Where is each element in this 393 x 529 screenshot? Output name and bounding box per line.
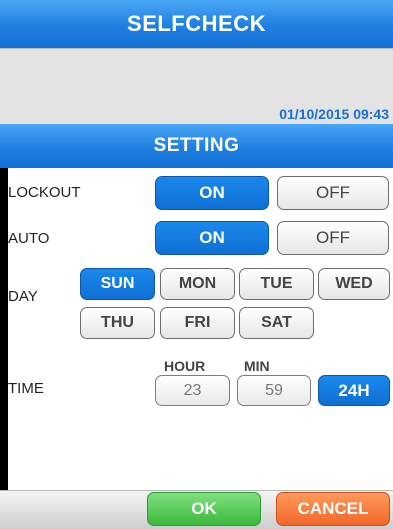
day-thu-button[interactable]: THU <box>80 307 155 339</box>
auto-off-button[interactable]: OFF <box>277 221 389 255</box>
day-fri-button[interactable]: FRI <box>160 307 235 339</box>
cancel-button[interactable]: CANCEL <box>276 492 390 526</box>
setting-section-header: SETTING <box>0 124 393 168</box>
day-sat-button[interactable]: SAT <box>239 307 314 339</box>
lockout-label: LOCKOUT <box>8 184 81 201</box>
left-border <box>0 168 8 490</box>
info-panel: 01/10/2015 09:43 <box>0 48 393 125</box>
day-tue-button[interactable]: TUE <box>239 268 314 300</box>
header-bar: SELFCHECK <box>0 0 393 48</box>
min-field[interactable]: 59 <box>237 375 311 406</box>
day-sun-button[interactable]: SUN <box>80 268 155 300</box>
24h-format-button[interactable]: 24H <box>318 375 390 406</box>
day-label: DAY <box>8 288 38 305</box>
page-title: SELFCHECK <box>127 11 266 36</box>
day-wed-button[interactable]: WED <box>318 268 390 300</box>
min-label: MIN <box>244 358 270 374</box>
day-mon-button[interactable]: MON <box>160 268 235 300</box>
lockout-on-button[interactable]: ON <box>155 176 269 210</box>
auto-on-button[interactable]: ON <box>155 221 269 255</box>
lockout-off-button[interactable]: OFF <box>277 176 389 210</box>
ok-button[interactable]: OK <box>147 492 261 526</box>
hour-field[interactable]: 23 <box>155 375 230 406</box>
datetime-display: 01/10/2015 09:43 <box>279 106 389 122</box>
time-label: TIME <box>8 380 44 397</box>
hour-label: HOUR <box>164 358 206 374</box>
section-title: SETTING <box>153 135 240 156</box>
auto-label: AUTO <box>8 230 50 247</box>
